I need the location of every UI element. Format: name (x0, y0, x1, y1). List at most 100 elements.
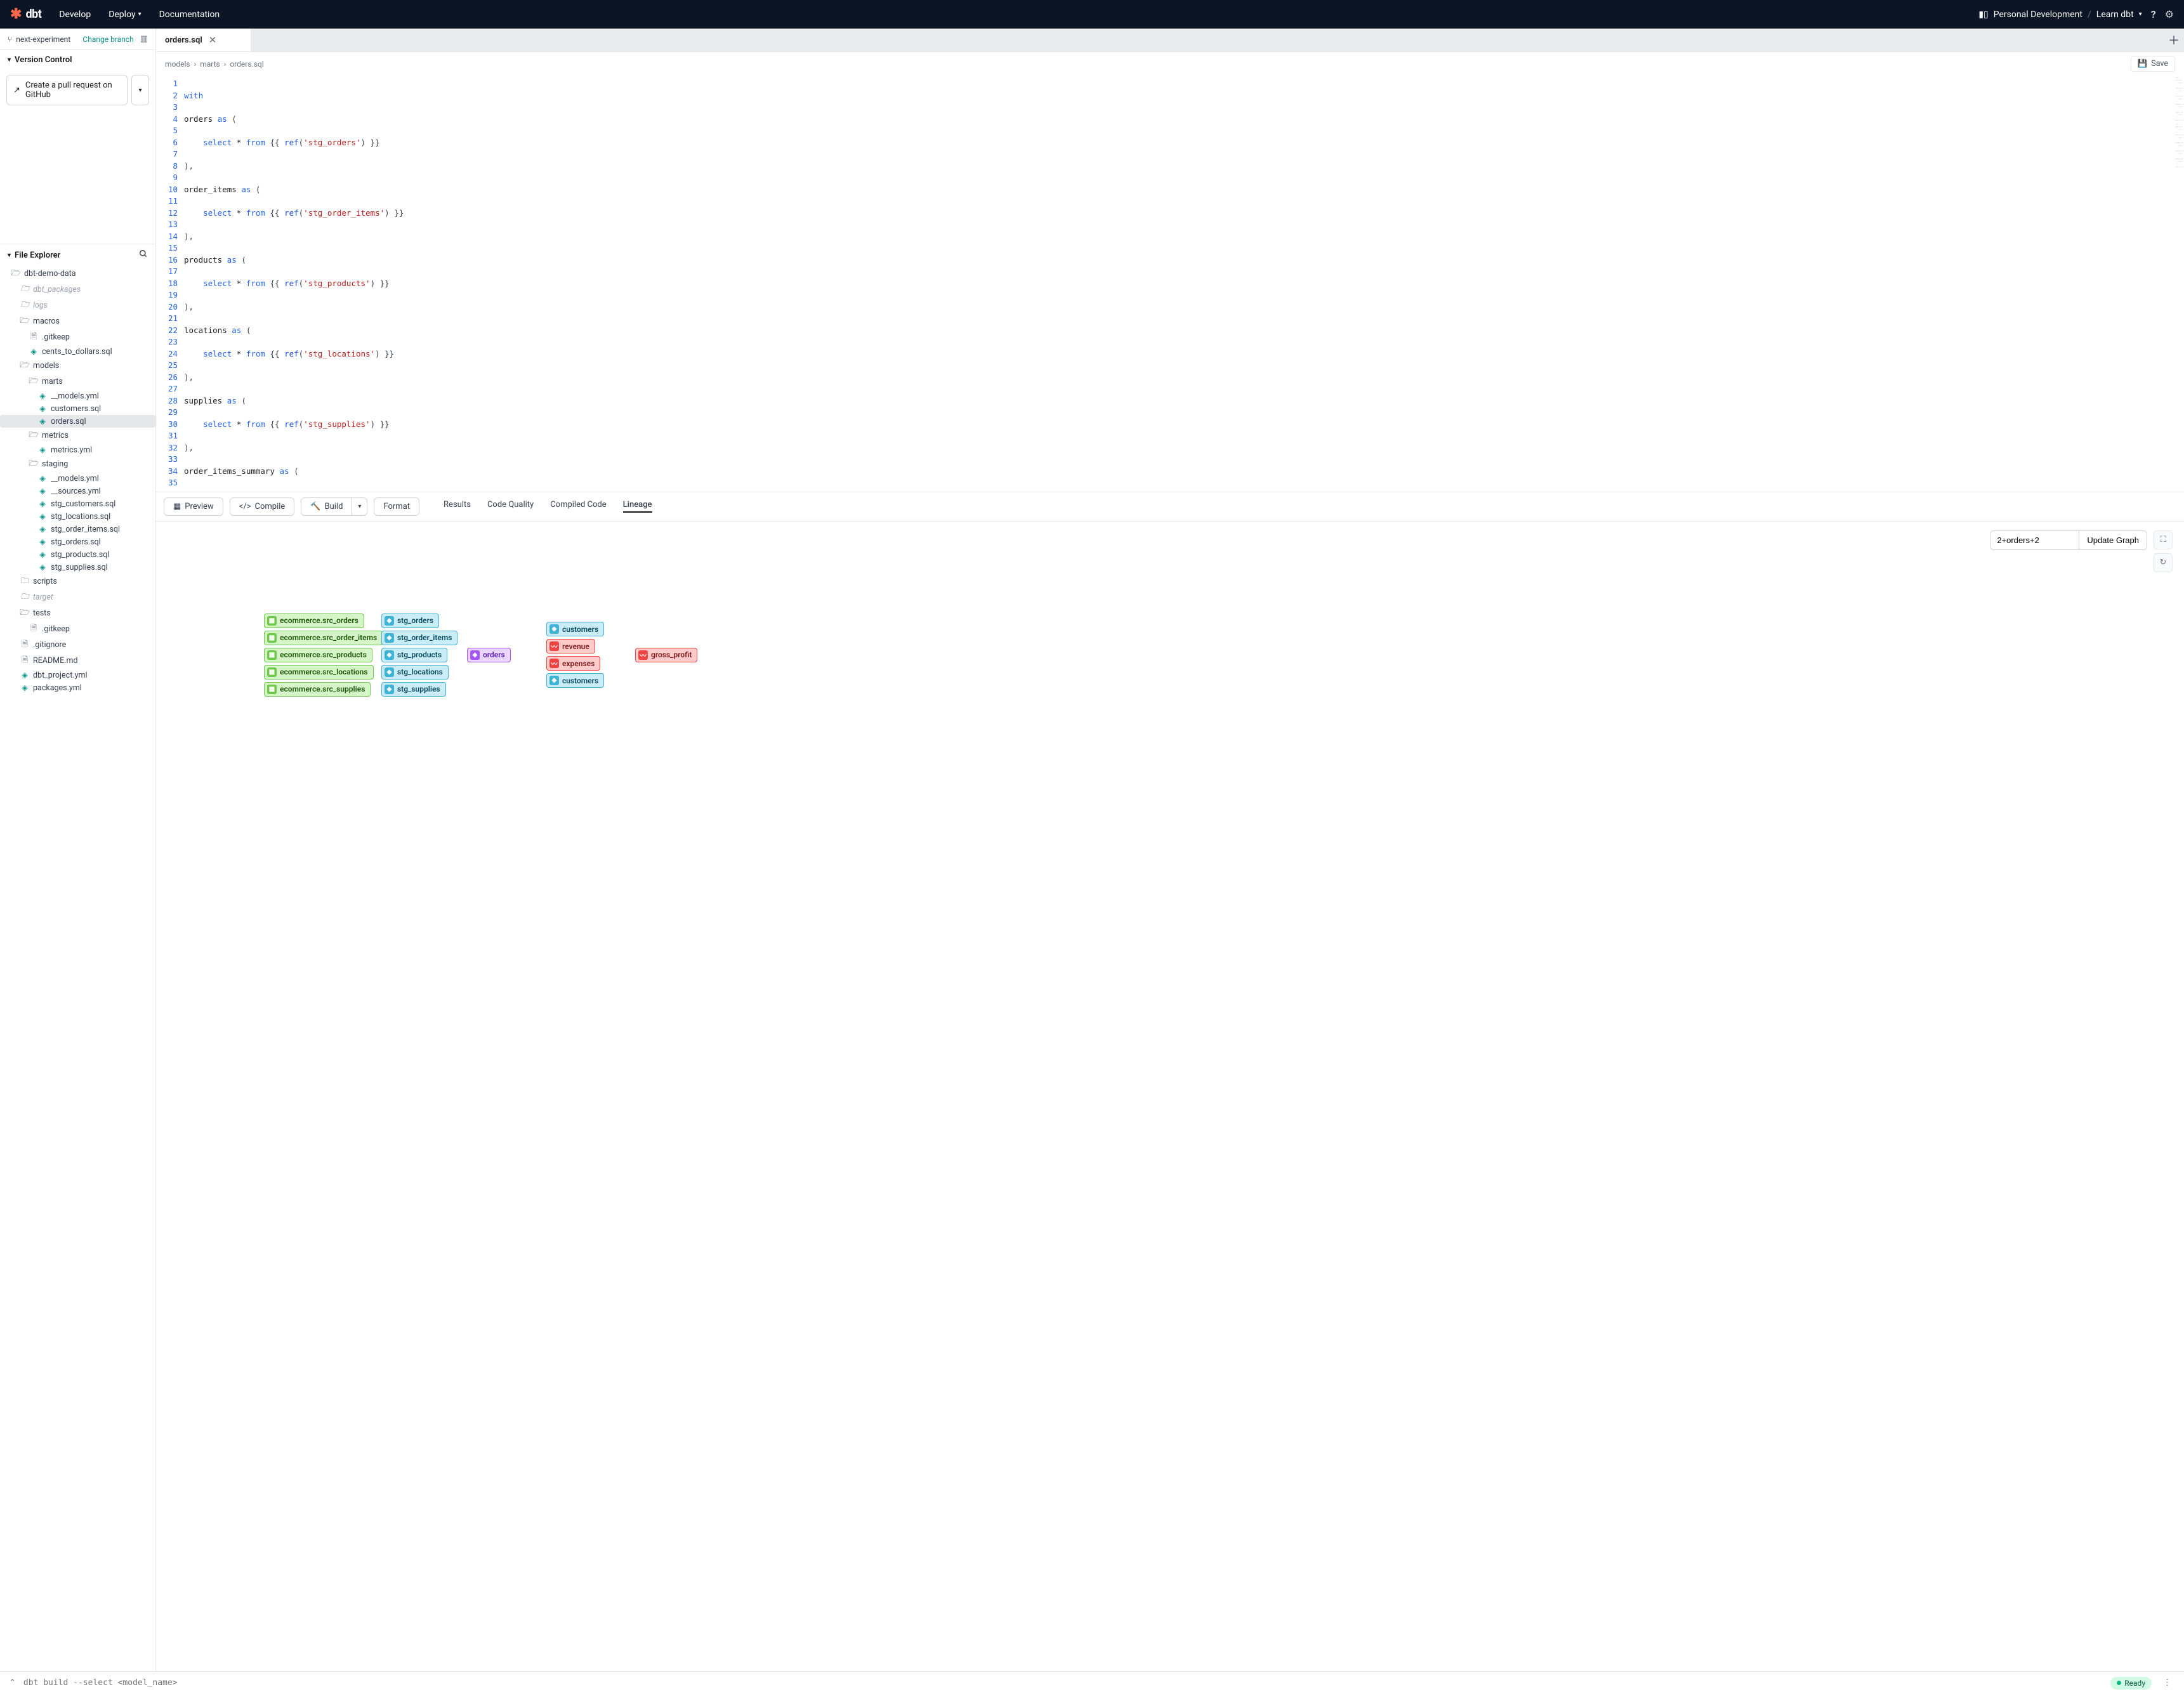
lineage-node-stg-locations[interactable]: ◈stg_locations (381, 665, 449, 680)
save-button[interactable]: 💾 Save (2131, 56, 2175, 72)
tree-item-dbt-packages[interactable]: 🗀dbt_packages (0, 282, 155, 298)
tree-label: .gitignore (33, 640, 66, 650)
lineage-node-ecommerce-src-products[interactable]: ▦ecommerce.src_products (264, 648, 372, 662)
tree-label: packages.yml (33, 683, 82, 693)
tree-label: metrics (42, 431, 69, 440)
result-tab-results[interactable]: Results (444, 500, 471, 513)
tree-label: dbt_packages (33, 285, 81, 294)
pr-options-button[interactable]: ▾ (131, 75, 149, 105)
crumb[interactable]: orders.sql (230, 60, 263, 69)
tree-item-models[interactable]: 🗁models (0, 358, 155, 374)
tree-label: stg_orders.sql (51, 537, 101, 547)
tree-item-cents-to-dollars-sql[interactable]: ◈cents_to_dollars.sql (0, 345, 155, 358)
format-button[interactable]: Format (374, 497, 419, 516)
tree-item-marts[interactable]: 🗁 marts (0, 374, 155, 390)
columns-icon[interactable]: ▥ (140, 34, 148, 44)
dbt-icon: ◈ (38, 404, 47, 414)
more-options-icon[interactable]: ⋮ (2159, 1678, 2175, 1688)
brand-logo[interactable]: ✱ dbt (10, 6, 41, 22)
chevron-down-icon: ▾ (8, 56, 11, 63)
lineage-node-ecommerce-src-locations[interactable]: ▦ecommerce.src_locations (264, 665, 374, 680)
command-input[interactable] (23, 1678, 2103, 1688)
tree-item-packages-yml[interactable]: ◈ packages.yml (0, 681, 155, 694)
lineage-node-customers[interactable]: ◈customers (546, 673, 604, 688)
lineage-node-orders[interactable]: ◈orders (467, 648, 511, 662)
tree-item--gitkeep[interactable]: 🗎.gitkeep (0, 621, 155, 637)
crumb[interactable]: marts (200, 60, 220, 69)
tree-label: logs (33, 301, 48, 310)
tree-item-readme-md[interactable]: 🗎README.md (0, 653, 155, 669)
build-options-button[interactable]: ▾ (352, 497, 367, 516)
lineage-graph[interactable] (156, 522, 2184, 1535)
folder-open-icon: 🗁 (29, 375, 38, 388)
tree-item--gitignore[interactable]: 🗎.gitignore (0, 637, 155, 653)
tree-item-metrics[interactable]: 🗁metrics (0, 428, 155, 443)
result-tab-compiled-code[interactable]: Compiled Code (550, 500, 606, 513)
crumb[interactable]: models (165, 60, 190, 69)
tree-label: dbt-demo-data (24, 269, 76, 279)
lineage-node-stg-products[interactable]: ◈stg_products (381, 648, 447, 662)
nav-develop[interactable]: Develop (59, 10, 91, 20)
project-path[interactable]: ▮▯ Personal Development / Learn dbt ▾ (1978, 10, 2141, 20)
gear-icon[interactable]: ⚙ (2165, 8, 2174, 20)
tree-item-logs[interactable]: 🗀logs (0, 298, 155, 313)
result-tab-lineage[interactable]: Lineage (623, 500, 652, 513)
tree-item-metrics-yml[interactable]: ◈metrics.yml (0, 443, 155, 456)
tree-item---models-yml[interactable]: ◈__models.yml (0, 472, 155, 485)
tree-item-stg-order-items-sql[interactable]: ◈stg_order_items.sql (0, 523, 155, 535)
dbt-icon: ◈ (20, 683, 29, 693)
tree-item-dbt-project-yml[interactable]: ◈dbt_project.yml (0, 669, 155, 681)
code-editor[interactable]: 1234567891011121314151617181920212223242… (156, 76, 2184, 492)
tree-item-staging[interactable]: 🗁staging (0, 456, 155, 472)
lineage-node-stg-order-items[interactable]: ◈stg_order_items (381, 631, 457, 645)
build-button[interactable]: 🔨Build (301, 497, 352, 516)
tree-item-stg-customers-sql[interactable]: ◈stg_customers.sql (0, 497, 155, 510)
lineage-node-revenue[interactable]: 〰revenue (546, 639, 595, 653)
preview-button[interactable]: ▦Preview (164, 497, 223, 516)
close-tab-icon[interactable]: ✕ (209, 34, 217, 46)
tree-item-stg-orders-sql[interactable]: ◈stg_orders.sql (0, 535, 155, 548)
tree-item-orders-sql[interactable]: ◈orders.sql (0, 415, 155, 428)
tree-item-stg-locations-sql[interactable]: ◈stg_locations.sql (0, 510, 155, 523)
help-icon[interactable]: ? (2151, 8, 2156, 20)
lineage-node-ecommerce-src-order-items[interactable]: ▦ecommerce.src_order_items (264, 631, 383, 645)
node-label: ecommerce.src_supplies (280, 685, 365, 693)
tree-item-stg-supplies-sql[interactable]: ◈stg_supplies.sql (0, 561, 155, 574)
code-content[interactable]: with orders as ( select * from {{ ref('s… (184, 76, 2184, 492)
lineage-node-expenses[interactable]: 〰expenses (546, 656, 600, 671)
lineage-node-ecommerce-src-orders[interactable]: ▦ecommerce.src_orders (264, 614, 364, 628)
dbt-icon: ◈ (38, 524, 47, 534)
tree-item-dbt-demo-data[interactable]: 🗁dbt-demo-data (0, 266, 155, 282)
tree-label: target (33, 593, 53, 602)
nav-deploy[interactable]: Deploy▾ (109, 10, 141, 20)
tree-item---models-yml[interactable]: ◈__models.yml (0, 390, 155, 402)
editor-tab[interactable]: orders.sql ✕ (156, 29, 251, 51)
create-pr-button[interactable]: ↗ Create a pull request on GitHub (6, 75, 128, 105)
node-type-icon: ◈ (385, 633, 394, 643)
tree-label: .gitkeep (42, 624, 70, 634)
lineage-node-stg-supplies[interactable]: ◈stg_supplies (381, 682, 446, 697)
tree-item-customers-sql[interactable]: ◈customers.sql (0, 402, 155, 415)
tree-item--gitkeep[interactable]: 🗎.gitkeep (0, 329, 155, 345)
nav-documentation[interactable]: Documentation (159, 10, 220, 20)
tree-label: tests (33, 608, 51, 618)
tree-item---sources-yml[interactable]: ◈__sources.yml (0, 485, 155, 497)
change-branch-link[interactable]: Change branch (82, 35, 133, 44)
lineage-node-customers[interactable]: ◈customers (546, 622, 604, 636)
lineage-node-gross-profit[interactable]: 〰gross_profit (635, 648, 697, 662)
tree-label: marts (42, 377, 63, 386)
expand-console-icon[interactable]: ⌃ (9, 1678, 16, 1688)
compile-button[interactable]: </>Compile (230, 497, 295, 516)
version-control-header[interactable]: ▾ Version Control (0, 50, 155, 70)
file-explorer-header[interactable]: ▾ File Explorer (8, 251, 60, 260)
result-tab-code-quality[interactable]: Code Quality (487, 500, 534, 513)
search-icon[interactable] (139, 249, 148, 261)
tree-item-target[interactable]: 🗀target (0, 589, 155, 605)
lineage-node-stg-orders[interactable]: ◈stg_orders (381, 614, 439, 628)
tree-item-stg-products-sql[interactable]: ◈stg_products.sql (0, 548, 155, 561)
tree-item-scripts[interactable]: 🗀scripts (0, 574, 155, 589)
tree-item-macros[interactable]: 🗁macros (0, 313, 155, 329)
new-tab-button[interactable]: ＋ (2164, 29, 2184, 51)
tree-item-tests[interactable]: 🗁tests (0, 605, 155, 621)
lineage-node-ecommerce-src-supplies[interactable]: ▦ecommerce.src_supplies (264, 682, 371, 697)
